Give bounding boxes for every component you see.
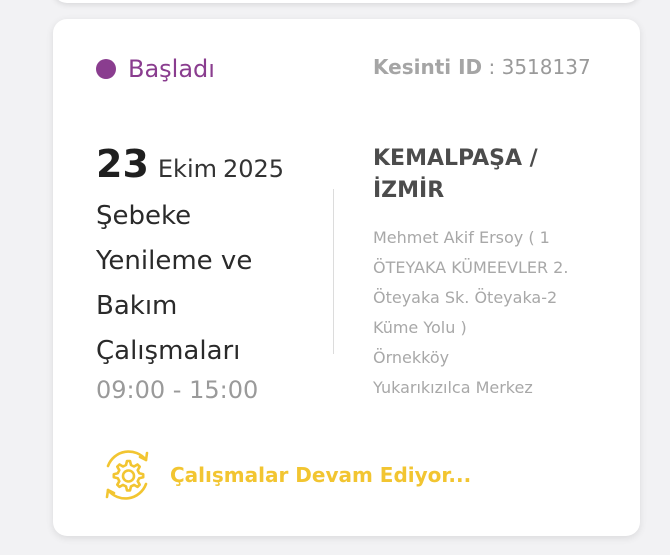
outage-date: 23 Ekim 2025 — [96, 142, 316, 186]
status-indicator: Başladı — [96, 55, 215, 83]
progress-label: Çalışmalar Devam Ediyor... — [170, 463, 472, 487]
work-title-line: Çalışmaları — [96, 335, 241, 366]
address-line: ÖTEYAKA KÜMEEVLER 2. — [373, 258, 569, 277]
district: KEMALPAŞA / İZMİR — [373, 143, 613, 207]
column-divider — [333, 189, 334, 354]
address-line: Yukarıkızılca Merkez — [373, 378, 533, 397]
outage-id-value: 3518137 — [501, 55, 591, 79]
status-label: Başladı — [128, 55, 215, 83]
gear-sync-icon — [96, 444, 158, 506]
outage-id-separator: : — [482, 55, 502, 79]
date-day: 23 — [96, 142, 149, 186]
work-title: Şebeke Yenileme ve Bakım Çalışmaları — [96, 194, 316, 374]
district-line: İZMİR — [373, 178, 445, 203]
work-title-line: Şebeke — [96, 200, 192, 231]
address-line: Öteyaka Sk. Öteyaka-2 — [373, 288, 558, 307]
address-line: Örnekköy — [373, 348, 450, 367]
outage-id: Kesinti ID : 3518137 — [373, 55, 591, 79]
date-year: 2025 — [223, 155, 285, 183]
address-line: Mehmet Akif Ersoy ( 1 — [373, 228, 550, 247]
outage-schedule: 23 Ekim 2025 Şebeke Yenileme ve Bakım Ça… — [96, 142, 316, 404]
time-range: 09:00 - 15:00 — [96, 375, 259, 404]
status-dot-icon — [96, 59, 116, 79]
previous-card-bottom — [53, 0, 640, 3]
district-line: KEMALPAŞA / — [373, 146, 538, 171]
outage-id-label: Kesinti ID — [373, 55, 483, 79]
work-title-line: Bakım — [96, 290, 178, 321]
work-title-line: Yenileme ve — [96, 245, 253, 276]
address: Mehmet Akif Ersoy ( 1 ÖTEYAKA KÜMEEVLER … — [373, 223, 613, 403]
date-month: Ekim — [157, 155, 217, 183]
address-line: Küme Yolu ) — [373, 318, 467, 337]
outage-card[interactable]: Başladı Kesinti ID : 3518137 23 Ekim 202… — [53, 19, 640, 536]
outage-location: KEMALPAŞA / İZMİR Mehmet Akif Ersoy ( 1 … — [373, 143, 613, 403]
work-progress: Çalışmalar Devam Ediyor... — [96, 444, 471, 506]
